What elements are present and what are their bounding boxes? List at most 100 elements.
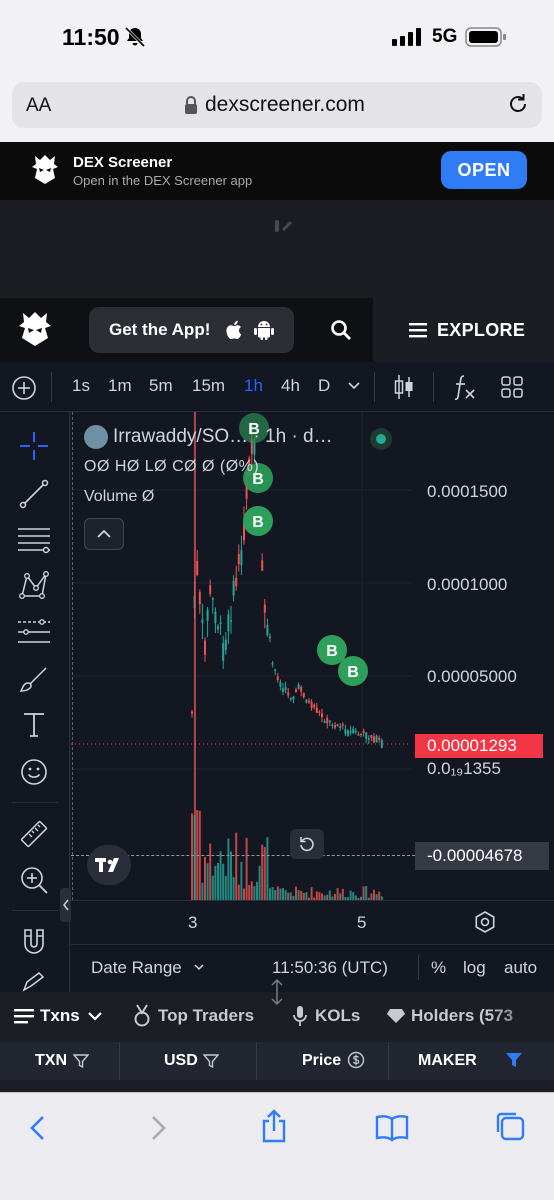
dex-screener-logo <box>32 155 58 184</box>
candle-body <box>326 717 329 724</box>
candle-body <box>217 626 219 630</box>
explore-label: EXPLORE <box>437 320 526 340</box>
pattern-icon[interactable] <box>18 570 50 602</box>
resize-handle-icon[interactable] <box>266 978 288 1006</box>
col-maker[interactable]: MAKER <box>418 1052 477 1070</box>
volume-bar <box>209 843 212 900</box>
timeframe-15m[interactable]: 15m <box>192 376 225 396</box>
tab-kols[interactable]: KOLs <box>315 1006 360 1026</box>
utc-clock[interactable]: 11:50:36 (UTC) <box>272 958 388 978</box>
url-text[interactable]: dexscreener.com <box>205 93 365 117</box>
col-txn[interactable]: TXN <box>35 1052 67 1070</box>
volume-bar <box>214 865 217 900</box>
volume-bar <box>253 886 256 900</box>
layout-grid-icon[interactable] <box>500 375 524 399</box>
open-app-button[interactable]: OPEN <box>441 151 527 189</box>
candle-body <box>360 733 362 735</box>
chevron-down-icon[interactable] <box>347 381 361 391</box>
volume-bar <box>191 813 193 900</box>
toolbar-separator <box>433 372 434 402</box>
candle-body <box>222 643 225 661</box>
timeframe-d[interactable]: D <box>318 376 330 396</box>
text-size-button[interactable]: AA <box>26 95 51 117</box>
battery-icon <box>465 27 506 47</box>
tool-separator <box>12 802 58 803</box>
col-price[interactable]: Price <box>302 1052 341 1070</box>
crosshair-icon[interactable] <box>18 430 50 462</box>
reload-icon[interactable] <box>506 92 530 116</box>
fib-retracement-icon[interactable] <box>16 524 52 556</box>
search-icon[interactable] <box>330 319 352 341</box>
volume-bar <box>302 892 305 900</box>
volume-bar <box>245 837 248 900</box>
filter-active-icon[interactable] <box>505 1052 523 1068</box>
prediction-icon[interactable] <box>16 616 52 648</box>
banner-title: DEX Screener <box>73 154 173 171</box>
bookmarks-icon[interactable] <box>375 1114 409 1142</box>
candle-body <box>282 688 284 692</box>
filter-icon[interactable] <box>203 1053 219 1069</box>
current-price-label: 0.00001293 <box>415 734 543 758</box>
zoom-in-icon[interactable] <box>18 864 50 896</box>
buy-marker-label: B <box>347 664 359 681</box>
forward-icon[interactable] <box>148 1114 168 1142</box>
tab-top-traders[interactable]: Top Traders <box>158 1006 254 1026</box>
site-logo[interactable] <box>16 310 54 350</box>
tab-txns[interactable]: Txns <box>40 1006 80 1026</box>
volume-bar <box>237 884 240 900</box>
tabs-icon[interactable] <box>494 1110 526 1142</box>
timeframe-4h[interactable]: 4h <box>281 376 300 396</box>
table-body <box>0 1080 554 1092</box>
volume-bar <box>250 881 253 900</box>
tool-separator <box>12 910 58 911</box>
share-icon[interactable] <box>259 1108 289 1144</box>
percent-toggle[interactable]: % <box>431 958 446 978</box>
magnet-icon[interactable] <box>20 926 48 958</box>
volume-bar <box>321 893 323 900</box>
volume-bar <box>328 890 331 900</box>
volume-bar <box>230 851 232 900</box>
toolbar-separator <box>51 372 52 402</box>
tabs-fade <box>488 996 554 1038</box>
volume-bar <box>365 886 368 900</box>
chart-settings-icon[interactable] <box>473 910 497 934</box>
pencil-icon[interactable] <box>20 972 48 992</box>
currency-toggle-icon[interactable] <box>347 1051 365 1069</box>
date-range-button[interactable]: Date Range <box>91 958 182 978</box>
candle-body <box>261 560 264 571</box>
volume-bar <box>378 891 381 900</box>
diamond-icon <box>387 1009 405 1023</box>
brush-icon[interactable] <box>18 664 50 696</box>
candle-body <box>206 609 209 621</box>
ruler-icon[interactable] <box>18 818 50 850</box>
timeframe-1h[interactable]: 1h <box>244 376 263 396</box>
log-toggle[interactable]: log <box>463 958 486 978</box>
candle-body <box>214 611 217 624</box>
indicators-fx-icon[interactable] <box>452 373 478 401</box>
volume-bar <box>193 815 196 900</box>
text-tool-icon[interactable] <box>20 710 48 740</box>
candle-body <box>204 640 206 655</box>
filter-icon[interactable] <box>73 1053 89 1069</box>
add-indicator-icon[interactable] <box>11 375 37 401</box>
candle-body <box>287 692 290 696</box>
col-usd[interactable]: USD <box>164 1052 198 1070</box>
candle-body <box>209 585 212 595</box>
timeframe-1s[interactable]: 1s <box>72 376 90 396</box>
crosshair-vertical <box>72 412 73 900</box>
chart-legend-title[interactable]: Irrawaddy/SO… · 1h · d… <box>113 426 333 448</box>
trend-line-icon[interactable] <box>18 478 50 510</box>
reset-icon <box>300 837 314 852</box>
candle-style-icon[interactable] <box>392 373 416 401</box>
auto-toggle[interactable]: auto <box>504 958 537 978</box>
back-icon[interactable] <box>28 1114 48 1142</box>
candle-body <box>201 619 204 623</box>
volume-bar <box>300 890 303 900</box>
emoji-icon[interactable] <box>18 756 50 788</box>
column-separator <box>256 1042 257 1080</box>
timeframe-5m[interactable]: 5m <box>149 376 173 396</box>
y-tick-2: 0.00005000 <box>427 667 517 686</box>
chevron-down-icon[interactable] <box>87 1010 103 1022</box>
timeframe-1m[interactable]: 1m <box>108 376 132 396</box>
buy-marker-label: B <box>326 643 338 660</box>
